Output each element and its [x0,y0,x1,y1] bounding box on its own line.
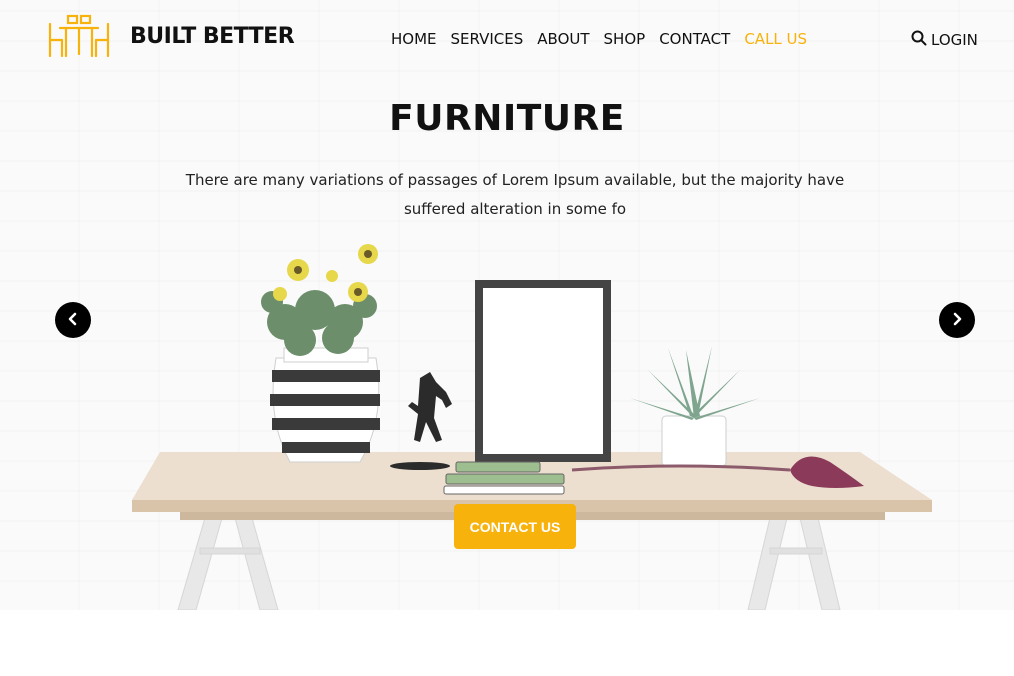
nav-about[interactable]: ABOUT [537,30,589,48]
login-label[interactable]: LOGIN [931,31,978,49]
main-nav: HOME SERVICES ABOUT SHOP CONTACT CALL US [391,30,807,48]
contact-us-button[interactable]: CONTACT US [454,504,576,549]
hero-section: BUILT BETTER HOME SERVICES ABOUT SHOP CO… [0,0,1014,610]
nav-call-us[interactable]: CALL US [744,30,807,48]
page-below-hero [0,610,1014,676]
nav-shop[interactable]: SHOP [604,30,646,48]
hero-illustration [132,244,932,610]
brand-name[interactable]: BUILT BETTER [130,24,295,49]
hero-title: FURNITURE [389,98,625,139]
furniture-table-chairs-icon[interactable] [48,14,110,58]
chevron-right-icon [950,311,964,330]
login-link[interactable]: LOGIN [911,30,978,50]
chevron-left-icon [66,311,80,330]
nav-contact[interactable]: CONTACT [659,30,730,48]
nav-home[interactable]: HOME [391,30,437,48]
nav-services[interactable]: SERVICES [451,30,524,48]
carousel-next-button[interactable] [939,302,975,338]
carousel-prev-button[interactable] [55,302,91,338]
search-icon[interactable] [911,30,927,50]
hero-subtitle: There are many variations of passages of… [185,171,845,218]
